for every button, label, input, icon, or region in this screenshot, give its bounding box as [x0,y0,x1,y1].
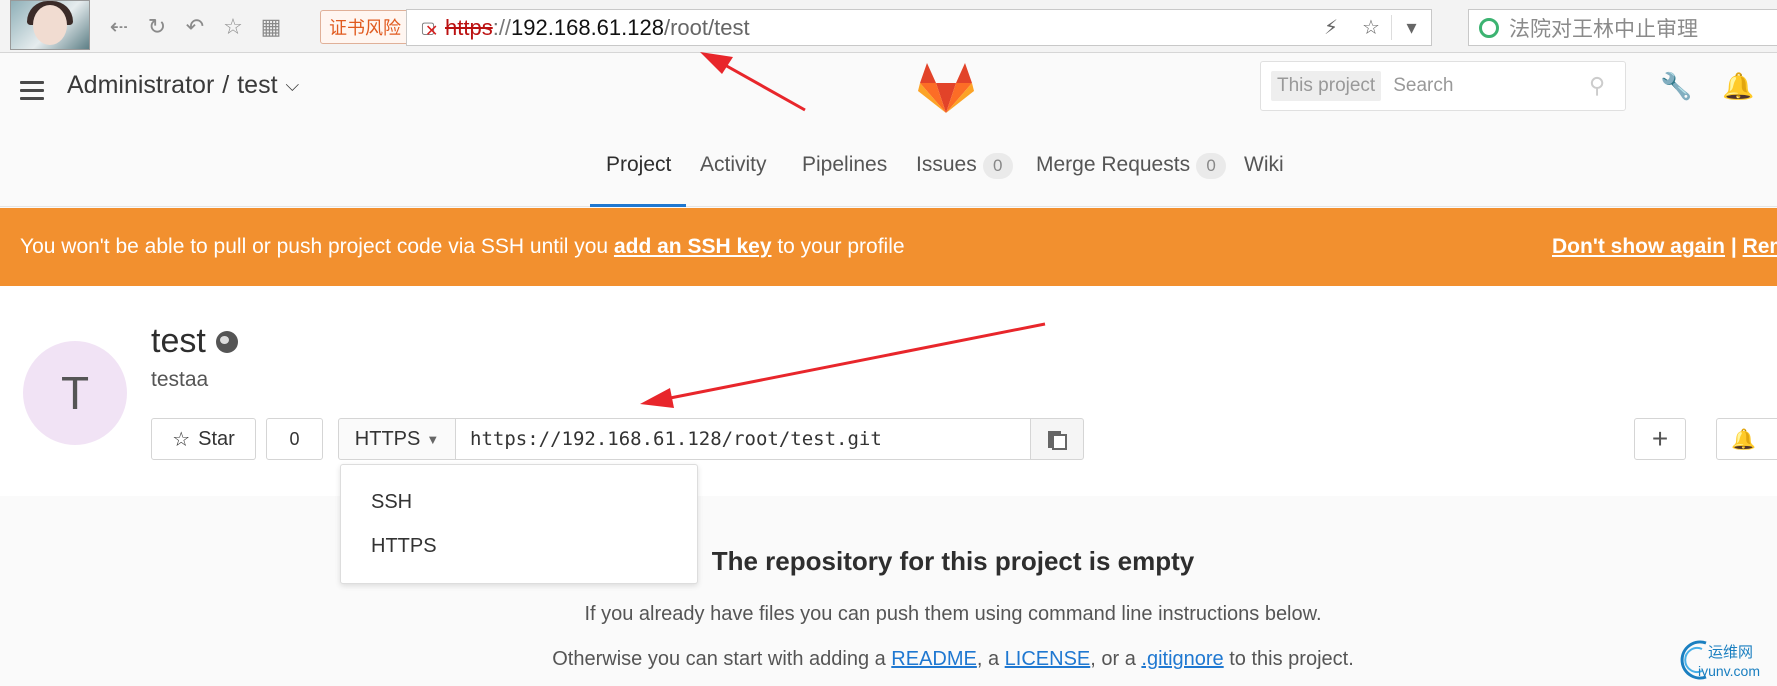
empty-repo-instructions: If you already have files you can push t… [584,603,1322,625]
clipboard-icon [1048,431,1067,450]
project-nav-tabs: Project Activity Pipelines Issues 0 Merge… [0,140,1777,207]
tab-project[interactable]: Project [590,140,686,207]
star-count[interactable]: 0 [266,418,323,460]
tab-activity[interactable]: Activity [700,140,767,207]
copy-clipboard-button[interactable] [1030,418,1084,460]
site-watermark: 运维网 iyunv.com [1672,637,1777,683]
remind-later-link[interactable]: Rem [1743,235,1777,258]
gitlab-logo-icon[interactable] [918,61,974,115]
empty-repo-title: The repository for this project is empty [711,546,1195,576]
browser-search-box[interactable]: 法院对王林中止审理 [1468,9,1777,46]
hamburger-menu-icon[interactable] [20,81,44,101]
search-scope-tag: This project [1271,71,1382,101]
empty-repo-suggestion: Otherwise you can start with adding a RE… [552,648,1354,670]
search-engine-icon [1479,17,1499,38]
clone-url-input[interactable]: https://192.168.61.128/root/test.git [455,418,1031,460]
tab-wiki[interactable]: Wiki [1244,140,1284,207]
merge-requests-count-badge: 0 [1196,153,1227,179]
chevron-down-icon[interactable]: ▾ [1391,15,1431,40]
url-host: 192.168.61.128 [511,14,664,40]
url-path: /root/test [663,14,750,40]
search-icon: ⚲ [1589,73,1606,98]
dont-show-again-link[interactable]: Don't show again [1552,235,1725,258]
public-visibility-globe-icon [215,330,238,353]
chevron-down-icon[interactable]: ⌵ [286,75,300,96]
alert-message: You won't be able to pull or push projec… [20,235,905,258]
apps-grid-icon[interactable]: ▦ [257,13,285,41]
breadcrumb-project[interactable]: test [237,71,277,100]
back-icon[interactable]: ⇠ [105,13,133,41]
tab-issues[interactable]: Issues 0 [916,140,1013,207]
browser-toolbar: ⇠ ↻ ↶ ☆ ▦ 证书风险 ▢ ✕ https :// 192.168.61.1… [0,0,1777,53]
readme-link[interactable]: README [891,648,977,670]
project-description: testaa [151,368,209,391]
project-home-panel: T test testaa ☆ Star 0 HTTPS ▼ https://1… [0,286,1777,496]
bell-icon: 🔔 [1731,428,1756,451]
caret-down-icon: ▼ [426,431,440,447]
insecure-lock-icon[interactable]: ▢ ✕ [415,15,441,41]
tab-pipelines[interactable]: Pipelines [802,140,887,207]
clone-protocol-menu: SSH HTTPS [340,464,698,584]
favorite-icon[interactable]: ☆ [219,13,247,41]
breadcrumb-owner[interactable]: Administrator [67,71,214,100]
clone-protocol-dropdown[interactable]: HTTPS ▼ [338,418,456,460]
ssh-key-alert: You won't be able to pull or push projec… [0,208,1777,286]
admin-wrench-icon[interactable]: 🔧 [1660,71,1692,102]
issues-count-badge: 0 [982,153,1013,179]
project-avatar: T [23,341,127,445]
dropdown-option-https[interactable]: HTTPS [371,535,437,558]
tab-merge-requests[interactable]: Merge Requests 0 [1036,140,1227,207]
gitignore-link[interactable]: .gitignore [1141,648,1223,670]
plus-icon: + [1651,423,1669,454]
notifications-bell-icon[interactable]: 🔔 [1722,71,1754,102]
lightning-icon[interactable]: ⚡ [1311,15,1351,40]
star-icon: ☆ [172,428,191,451]
notification-level-button[interactable]: 🔔 [1716,418,1777,460]
breadcrumb-separator: / [222,71,230,99]
project-title: test [151,322,238,361]
license-link[interactable]: LICENSE [1005,648,1091,670]
browser-profile-avatar[interactable] [10,0,90,50]
search-hint: 法院对王林中止审理 [1509,16,1698,41]
search-input[interactable]: Search [1393,75,1589,97]
dropdown-option-ssh[interactable]: SSH [371,491,412,514]
url-protocol: https [445,14,493,40]
bookmark-star-icon[interactable]: ☆ [1351,15,1391,40]
url-separator: :// [492,14,512,40]
project-search[interactable]: This project Search ⚲ [1260,61,1626,111]
add-new-button[interactable]: + [1634,418,1686,460]
undo-icon[interactable]: ↶ [181,13,209,41]
address-bar[interactable]: ▢ ✕ https :// 192.168.61.128 /root/test ⚡… [406,9,1432,46]
add-ssh-key-link[interactable]: add an SSH key [614,235,772,258]
breadcrumb: Administrator / test ⌵ [67,71,299,100]
certificate-warning-badge[interactable]: 证书风险 [320,10,410,44]
star-button[interactable]: ☆ Star [151,418,256,460]
refresh-icon[interactable]: ↻ [143,13,171,41]
